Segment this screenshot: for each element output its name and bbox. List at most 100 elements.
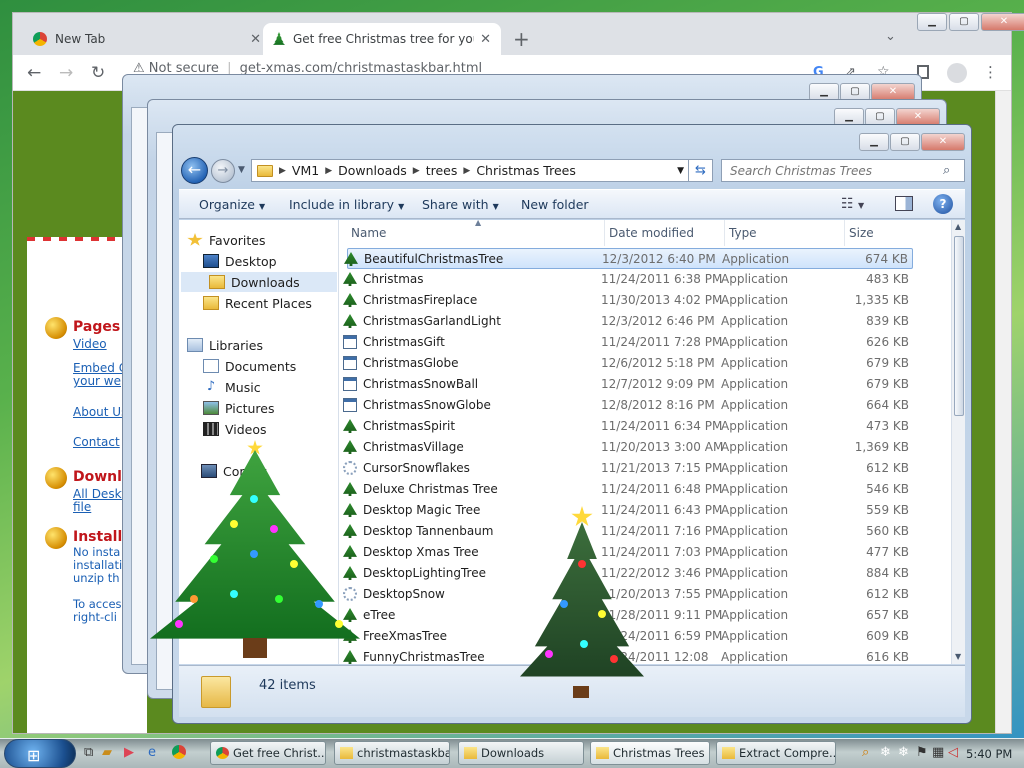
file-row[interactable]: ChristmasGarlandLight 12/3/2012 6:46 PM Ap… [343, 311, 913, 332]
file-row[interactable]: Desktop Magic Tree 11/24/2011 6:43 PM Appl… [343, 500, 913, 521]
link-contact[interactable]: Contact [73, 435, 120, 449]
forward-arrow-icon[interactable]: → [211, 159, 235, 183]
view-options-icon[interactable]: ☷ ▼ [841, 196, 864, 212]
back-arrow-icon[interactable]: ← [27, 63, 41, 83]
file-row[interactable]: ChristmasGift 11/24/2011 7:28 PM Applicati… [343, 332, 913, 353]
breadcrumb-separator[interactable]: ▶ [279, 166, 286, 176]
include-library-button[interactable]: Include in library ▼ [289, 197, 404, 212]
nav-desktop[interactable]: Desktop [203, 251, 277, 271]
file-row[interactable]: ChristmasSpirit 11/24/2011 6:34 PM Applica… [343, 416, 913, 437]
file-row[interactable]: DesktopLightingTree 11/22/2012 3:46 PM App… [343, 563, 913, 584]
close-button[interactable]: ✕ [921, 133, 965, 151]
link-video[interactable]: Video [73, 337, 107, 351]
file-row[interactable]: Christmas 11/24/2011 6:38 PM Application 48… [343, 269, 913, 290]
address-dropdown-icon[interactable]: ▼ [677, 166, 684, 176]
scroll-down-icon[interactable]: ▼ [955, 652, 961, 661]
media-player-icon[interactable]: ▶ [124, 745, 134, 760]
breadcrumb-item[interactable]: VM1 [292, 163, 319, 178]
preview-pane-icon[interactable] [895, 196, 913, 211]
folder-icon[interactable]: ▰ [102, 745, 112, 760]
menu-dots-icon[interactable]: ⋮ [983, 63, 998, 81]
search-icon[interactable]: ⌕ [943, 163, 950, 178]
refresh-icon[interactable]: ⇆ [689, 159, 713, 182]
nav-documents[interactable]: Documents [203, 356, 296, 376]
close-button[interactable]: ✕ [981, 13, 1024, 31]
file-row[interactable]: FreeXmasTree 11/24/2011 6:59 PM Applicatio… [343, 626, 913, 647]
new-tab-button[interactable]: + [513, 27, 530, 51]
column-date-modified[interactable]: Date modified [605, 220, 725, 246]
maximize-button[interactable]: ▢ [949, 13, 979, 31]
clock[interactable]: 5:40 PM [966, 747, 1012, 761]
file-row[interactable]: ChristmasVillage 11/20/2013 3:00 AM Applic… [343, 437, 913, 458]
minimize-button[interactable]: ▁ [859, 133, 889, 151]
nav-favorites[interactable]: Favorites [187, 230, 265, 250]
nav-downloads[interactable]: Downloads [181, 272, 337, 292]
link-embed[interactable]: Embed C [73, 361, 127, 375]
nav-libraries[interactable]: Libraries [187, 335, 263, 355]
breadcrumb-separator[interactable]: ▶ [463, 166, 470, 176]
taskbar-button-christmas-trees[interactable]: Christmas Trees [590, 741, 710, 765]
desktop-christmas-tree-large[interactable] [150, 440, 360, 665]
link-embed-2[interactable]: your we [73, 374, 121, 388]
taskbar-button-extract[interactable]: Extract Compre... [716, 741, 836, 765]
taskbar-button-zip[interactable]: christmastaskbar [334, 741, 450, 765]
file-row[interactable]: Desktop Tannenbaum 11/24/2011 7:16 PM Appl… [343, 521, 913, 542]
taskbar-button-browser[interactable]: Get free Christ... [210, 741, 326, 765]
chrome-icon[interactable] [172, 745, 186, 759]
search-input[interactable] [721, 159, 965, 182]
nav-music[interactable]: ♪ Music [203, 377, 261, 397]
column-type[interactable]: Type [725, 220, 845, 246]
file-row[interactable]: Deluxe Christmas Tree 11/24/2011 6:48 PM A… [343, 479, 913, 500]
scrollbar-thumb[interactable] [954, 236, 964, 416]
search-icon[interactable]: ⌕ [862, 745, 869, 760]
file-row[interactable]: eTree 11/28/2011 9:11 PM Application 657 KB [343, 605, 913, 626]
forward-arrow-icon[interactable]: → [59, 63, 73, 83]
show-desktop-icon[interactable]: ⧉ [84, 745, 93, 760]
start-button[interactable]: ⊞ [4, 739, 76, 768]
file-list-scrollbar[interactable]: ▲ ▼ [951, 220, 965, 664]
breadcrumb[interactable]: ▶ VM1 ▶ Downloads ▶ trees ▶ Christmas Tr… [251, 159, 689, 182]
profile-avatar-icon[interactable] [947, 63, 967, 83]
breadcrumb-item[interactable]: Christmas Trees [476, 163, 576, 178]
close-tab-icon[interactable]: ✕ [480, 32, 491, 47]
nav-recent-places[interactable]: Recent Places [203, 293, 312, 313]
scroll-up-icon[interactable]: ▲ [955, 222, 961, 231]
breadcrumb-separator[interactable]: ▶ [325, 166, 332, 176]
recent-pages-chevron-icon[interactable]: ▼ [238, 165, 245, 175]
volume-muted-icon[interactable]: ◁ [948, 745, 958, 760]
breadcrumb-item[interactable]: trees [426, 163, 458, 178]
breadcrumb-separator[interactable]: ▶ [413, 166, 420, 176]
file-row[interactable]: ChristmasSnowBall 12/7/2012 9:09 PM Applic… [343, 374, 913, 395]
help-icon[interactable]: ? [933, 194, 953, 214]
snowflake-icon[interactable]: ❄ [880, 745, 891, 760]
file-row[interactable]: BeautifulChristmasTree 12/3/2012 6:40 PM A… [344, 248, 913, 269]
file-row[interactable]: Desktop Xmas Tree 11/24/2011 7:03 PM Appli… [343, 542, 913, 563]
link-all-desktop[interactable]: All Deskt [73, 487, 126, 501]
file-row[interactable]: ChristmasSnowGlobe 12/8/2012 8:16 PM Appli… [343, 395, 913, 416]
breadcrumb-item[interactable]: Downloads [338, 163, 407, 178]
minimize-button[interactable]: ▁ [917, 13, 947, 31]
back-arrow-icon[interactable]: ← [181, 157, 208, 184]
page-scrollbar[interactable] [995, 91, 1011, 733]
nav-pictures[interactable]: Pictures [203, 398, 275, 418]
close-tab-icon[interactable]: ✕ [250, 32, 261, 47]
file-row[interactable]: ChristmasGlobe 12/6/2012 5:18 PM Applicati… [343, 353, 913, 374]
organize-button[interactable]: Organize ▼ [199, 197, 265, 212]
network-icon[interactable]: ▦ [932, 745, 944, 760]
file-row[interactable]: DesktopSnow 11/20/2013 7:55 PM Application… [343, 584, 913, 605]
tab-new-tab[interactable]: New Tab ✕ [23, 23, 271, 55]
file-row[interactable]: ChristmasFireplace 11/30/2013 4:02 PM Appl… [343, 290, 913, 311]
maximize-button[interactable]: ▢ [890, 133, 920, 151]
tab-search-chevron-icon[interactable]: ⌄ [885, 29, 896, 44]
taskbar-button-downloads[interactable]: Downloads [458, 741, 584, 765]
link-file[interactable]: file [73, 500, 91, 514]
flag-icon[interactable]: ⚑ [916, 745, 928, 760]
nav-videos[interactable]: Videos [203, 419, 267, 439]
reload-icon[interactable]: ↻ [91, 63, 105, 83]
internet-explorer-icon[interactable]: e [148, 745, 156, 760]
column-size[interactable]: Size [845, 220, 915, 246]
share-with-button[interactable]: Share with ▼ [422, 197, 499, 212]
snowflake-icon[interactable]: ❄ [898, 745, 909, 760]
new-folder-button[interactable]: New folder [521, 197, 589, 212]
file-row[interactable]: CursorSnowflakes 11/21/2013 7:15 PM Applic… [343, 458, 913, 479]
